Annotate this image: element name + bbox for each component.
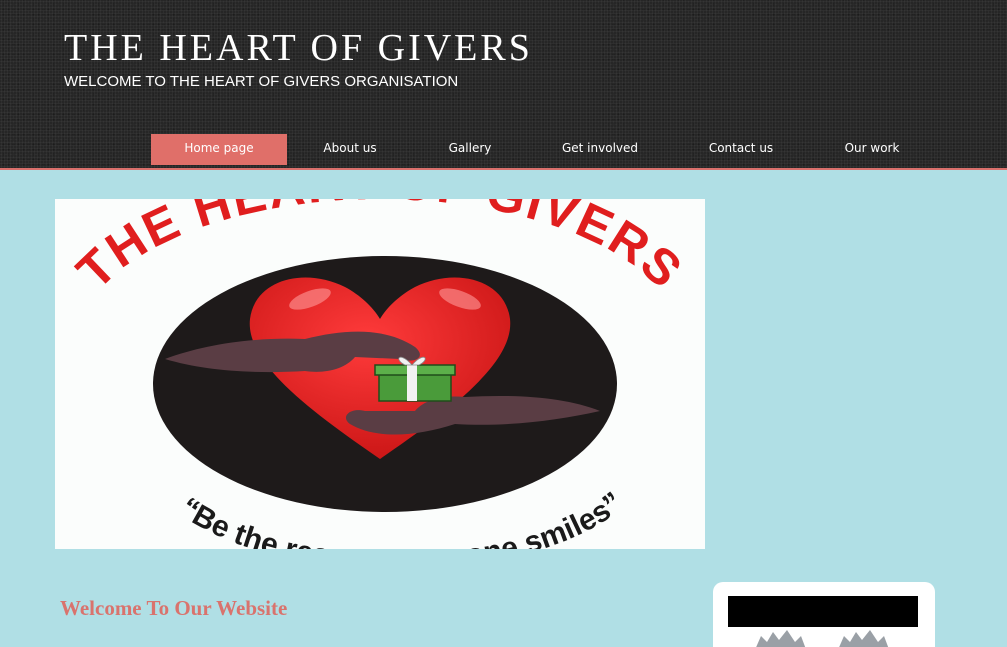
nav-item-get-involved[interactable]: Get involved	[545, 134, 655, 165]
nav-item-home-page[interactable]: Home page	[151, 134, 287, 165]
sidebar-widget-image	[756, 630, 889, 647]
site-subtitle: WELCOME TO THE HEART OF GIVERS ORGANISAT…	[64, 73, 459, 90]
sidebar-widget	[713, 582, 935, 647]
main-nav: Home page About us Gallery Get involved …	[0, 134, 1007, 165]
nav-item-our-work[interactable]: Our work	[822, 134, 922, 165]
site-title: THE HEART OF GIVERS	[64, 27, 533, 69]
logo-graphic: THE HEART OF GIVERS “Be the reason someo…	[66, 199, 692, 549]
welcome-heading: Welcome To Our Website	[60, 596, 288, 620]
nav-item-contact-us[interactable]: Contact us	[691, 134, 791, 165]
site-header: THE HEART OF GIVERS WELCOME TO THE HEART…	[0, 0, 1007, 170]
nav-item-gallery[interactable]: Gallery	[420, 134, 520, 165]
nav-item-about-us[interactable]: About us	[300, 134, 400, 165]
organisation-logo-image: THE HEART OF GIVERS “Be the reason someo…	[55, 199, 705, 549]
